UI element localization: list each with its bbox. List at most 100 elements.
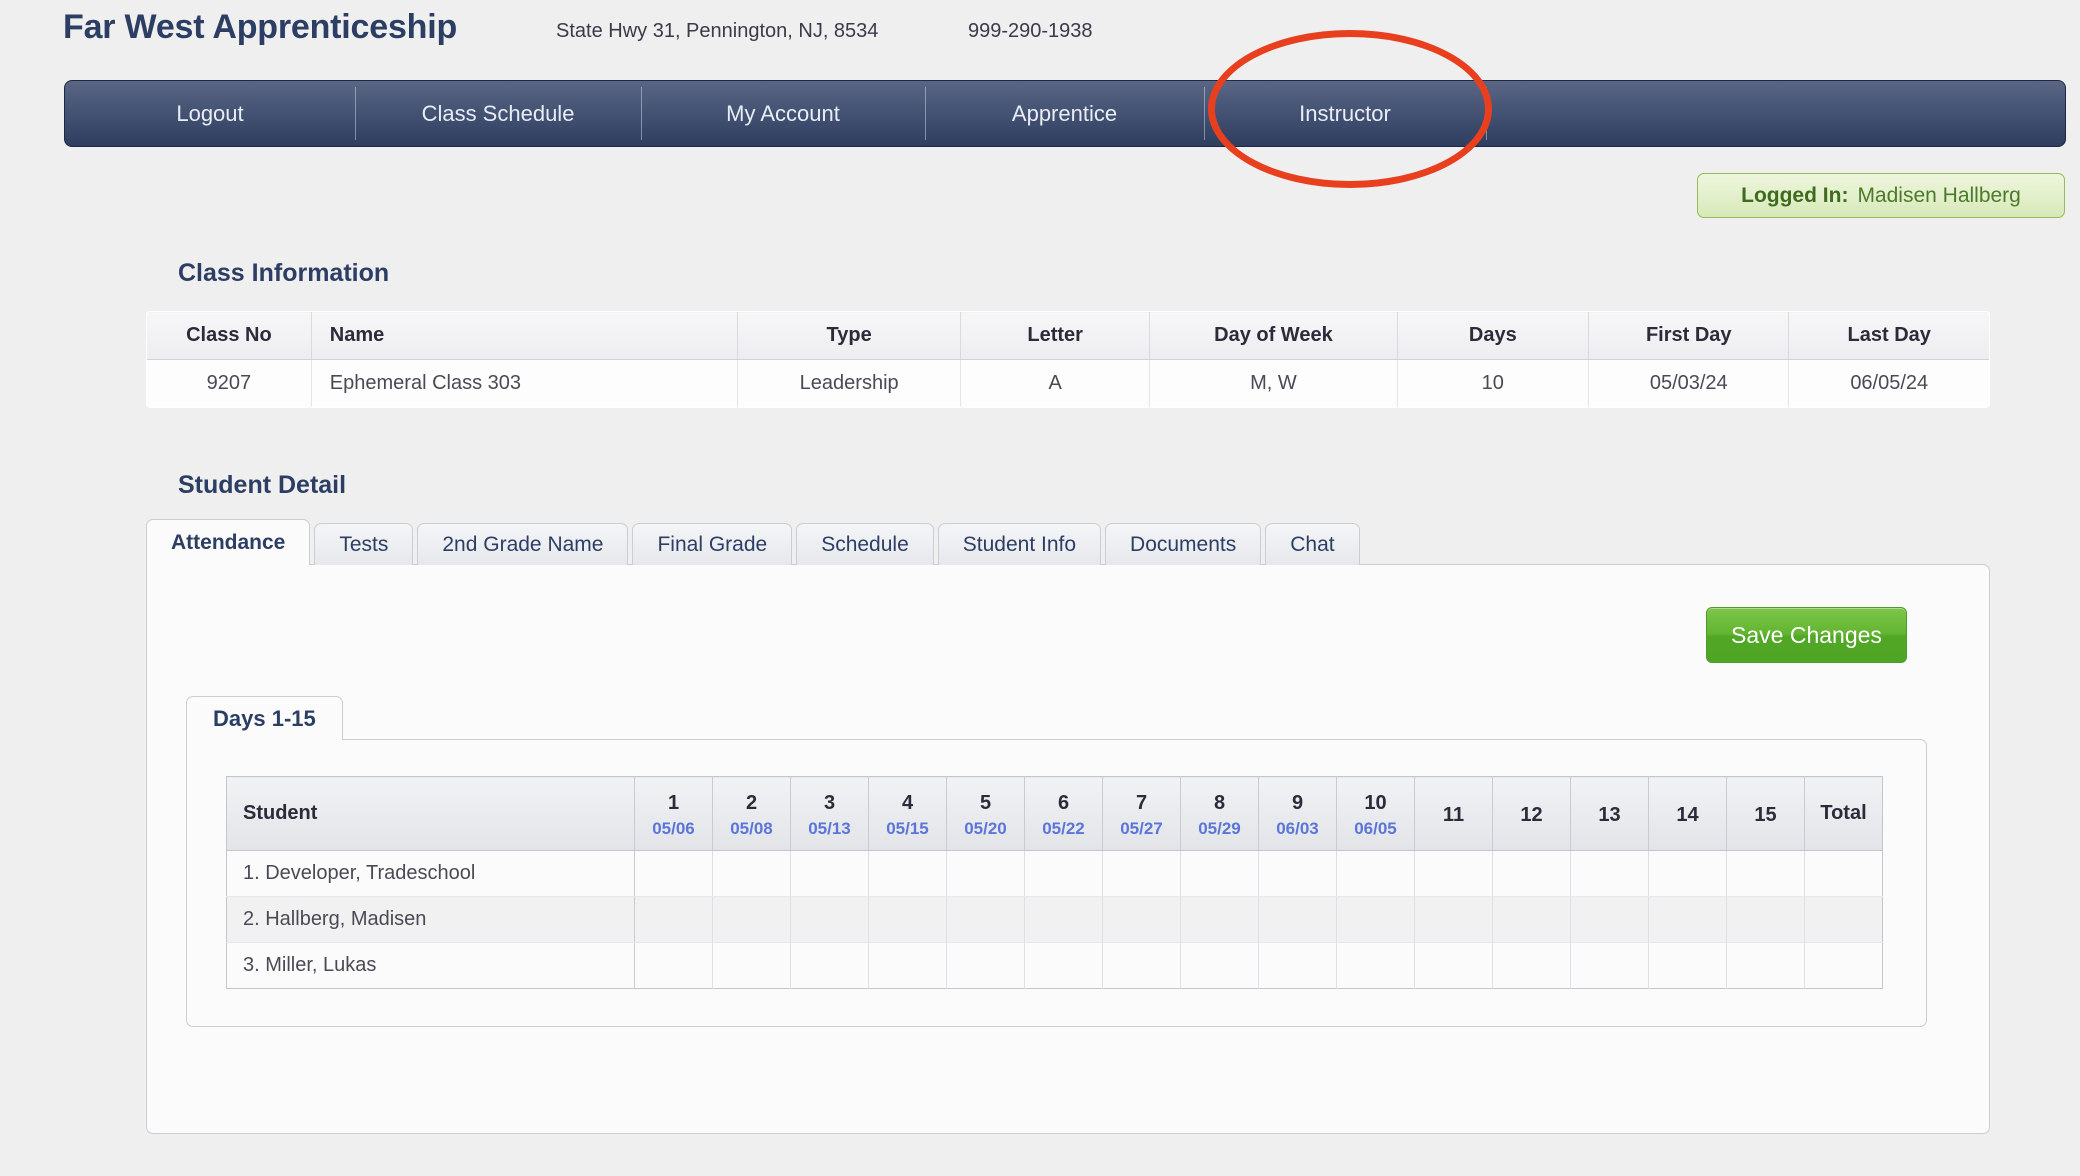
attendance-cell-day-5[interactable]: [946, 850, 1025, 897]
attendance-cell-day-6[interactable]: [1024, 850, 1103, 897]
attendance-cell-day-12[interactable]: [1492, 850, 1571, 897]
attendance-cell-day-13[interactable]: [1570, 942, 1649, 989]
attendance-cell-day-2[interactable]: [712, 850, 791, 897]
class-info-cell-name: Ephemeral Class 303: [311, 359, 739, 407]
student-detail-heading: Student Detail: [178, 471, 347, 499]
table-row: 1. Developer, Tradeschool: [226, 850, 1883, 897]
class-info-cell-type: Leadership: [737, 359, 962, 407]
nav-instructor[interactable]: Instructor: [1204, 81, 1486, 146]
attendance-cell-day-3[interactable]: [790, 942, 869, 989]
attendance-cell-day-9[interactable]: [1258, 850, 1337, 897]
attendance-cell-day-15[interactable]: [1726, 896, 1805, 943]
day-date: 05/06: [652, 819, 695, 839]
attendance-col-day-4: 4 05/15: [868, 776, 947, 851]
attendance-cell-day-14[interactable]: [1648, 896, 1727, 943]
attendance-cell-day-3[interactable]: [790, 896, 869, 943]
attendance-cell-day-2[interactable]: [712, 942, 791, 989]
day-date: 05/13: [808, 819, 851, 839]
save-changes-button[interactable]: Save Changes: [1706, 607, 1907, 663]
tab-schedule[interactable]: Schedule: [796, 523, 934, 565]
attendance-col-day-12: 12: [1492, 776, 1571, 851]
tab-documents[interactable]: Documents: [1105, 523, 1262, 565]
nav-item-label: My Account: [726, 100, 840, 126]
class-info-col-first_day: First Day: [1588, 312, 1790, 360]
attendance-cell-day-6[interactable]: [1024, 896, 1103, 943]
tab-label: Final Grade: [657, 532, 768, 556]
day-number: 3: [823, 792, 836, 815]
attendance-col-total: Total: [1804, 776, 1883, 851]
day-number: 2: [745, 792, 758, 815]
attendance-cell-day-4[interactable]: [868, 942, 947, 989]
nav-my-account[interactable]: My Account: [641, 81, 925, 146]
nav-item-label: Apprentice: [1011, 100, 1118, 126]
attendance-cell-day-11[interactable]: [1414, 942, 1493, 989]
tab-student-info[interactable]: Student Info: [937, 523, 1102, 565]
site-address: State Hwy 31, Pennington, NJ, 8534: [556, 20, 879, 42]
class-info-cell-class_no: 9207: [147, 359, 312, 407]
attendance-col-day-10: 10 06/05: [1336, 776, 1415, 851]
attendance-cell-day-7[interactable]: [1102, 850, 1181, 897]
attendance-cell-day-1[interactable]: [634, 942, 713, 989]
attendance-cell-day-11[interactable]: [1414, 850, 1493, 897]
student-detail-tabs: Attendance Tests 2nd Grade Name Final Grade…: [146, 519, 1990, 565]
class-info-cell-last_day: 06/05/24: [1788, 359, 1989, 407]
table-row: 9207 Ephemeral Class 303 Leadership A M, W 10…: [147, 359, 1989, 407]
attendance-col-student: Student: [226, 776, 635, 851]
attendance-cell-day-8[interactable]: [1180, 942, 1259, 989]
attendance-cell-day-9[interactable]: [1258, 942, 1337, 989]
nav-logout[interactable]: Logout: [65, 81, 355, 146]
attendance-cell-day-5[interactable]: [946, 896, 1025, 943]
attendance-cell-day-13[interactable]: [1570, 896, 1649, 943]
attendance-cell-day-2[interactable]: [712, 896, 791, 943]
nav-filler: [1486, 81, 2065, 146]
tab-days-1-15[interactable]: Days 1-15: [186, 696, 343, 740]
day-number: 13: [1598, 804, 1621, 826]
tab-label: Student Info: [962, 532, 1077, 556]
attendance-cell-day-12[interactable]: [1492, 896, 1571, 943]
attendance-cell-day-12[interactable]: [1492, 942, 1571, 989]
day-number: 15: [1754, 804, 1777, 826]
attendance-cell-day-14[interactable]: [1648, 850, 1727, 897]
class-info-cell-letter: A: [960, 359, 1151, 407]
attendance-cell-day-13[interactable]: [1570, 850, 1649, 897]
nav-apprentice[interactable]: Apprentice: [925, 81, 1204, 146]
attendance-cell-day-7[interactable]: [1102, 896, 1181, 943]
attendance-cell-day-5[interactable]: [946, 942, 1025, 989]
tab-2nd-grade-name[interactable]: 2nd Grade Name: [417, 523, 629, 565]
attendance-cell-day-6[interactable]: [1024, 942, 1103, 989]
attendance-cell-day-1[interactable]: [634, 896, 713, 943]
day-date: 05/29: [1198, 819, 1241, 839]
tab-chat[interactable]: Chat: [1265, 523, 1360, 565]
attendance-cell-day-14[interactable]: [1648, 942, 1727, 989]
nav-class-schedule[interactable]: Class Schedule: [355, 81, 641, 146]
attendance-cell-day-3[interactable]: [790, 850, 869, 897]
tab-final-grade[interactable]: Final Grade: [632, 523, 793, 565]
tab-attendance[interactable]: Attendance: [146, 519, 311, 565]
attendance-cell-day-10[interactable]: [1336, 942, 1415, 989]
attendance-cell-day-4[interactable]: [868, 896, 947, 943]
attendance-cell-day-15[interactable]: [1726, 942, 1805, 989]
attendance-cell-day-1[interactable]: [634, 850, 713, 897]
day-number: 6: [1057, 792, 1070, 815]
attendance-cell-day-15[interactable]: [1726, 850, 1805, 897]
attendance-col-day-9: 9 06/03: [1258, 776, 1337, 851]
logged-in-label: Logged In:: [1741, 183, 1849, 207]
attendance-cell-day-7[interactable]: [1102, 942, 1181, 989]
attendance-cell-day-4[interactable]: [868, 850, 947, 897]
tab-label: Chat: [1290, 532, 1335, 556]
day-number: 11: [1442, 804, 1465, 826]
attendance-cell-day-11[interactable]: [1414, 896, 1493, 943]
class-info-cell-first_day: 05/03/24: [1588, 359, 1790, 407]
attendance-cell-day-8[interactable]: [1180, 896, 1259, 943]
class-info-col-name: Name: [311, 312, 739, 360]
attendance-cell-day-9[interactable]: [1258, 896, 1337, 943]
attendance-header-row: Student 1 05/06 2 05/08 3 05/13 4 05/15 5 05/20 6 05…: [226, 776, 1883, 851]
attendance-cell-day-8[interactable]: [1180, 850, 1259, 897]
site-phone: 999-290-1938: [968, 20, 1093, 42]
student-name-cell: 3. Miller, Lukas: [226, 942, 635, 989]
attendance-cell-day-10[interactable]: [1336, 850, 1415, 897]
attendance-cell-day-10[interactable]: [1336, 896, 1415, 943]
attendance-body: 1. Developer, Tradeschool 2. Hallberg, Ma…: [226, 850, 1883, 989]
tab-tests[interactable]: Tests: [314, 523, 414, 565]
tab-label: Tests: [339, 532, 389, 556]
